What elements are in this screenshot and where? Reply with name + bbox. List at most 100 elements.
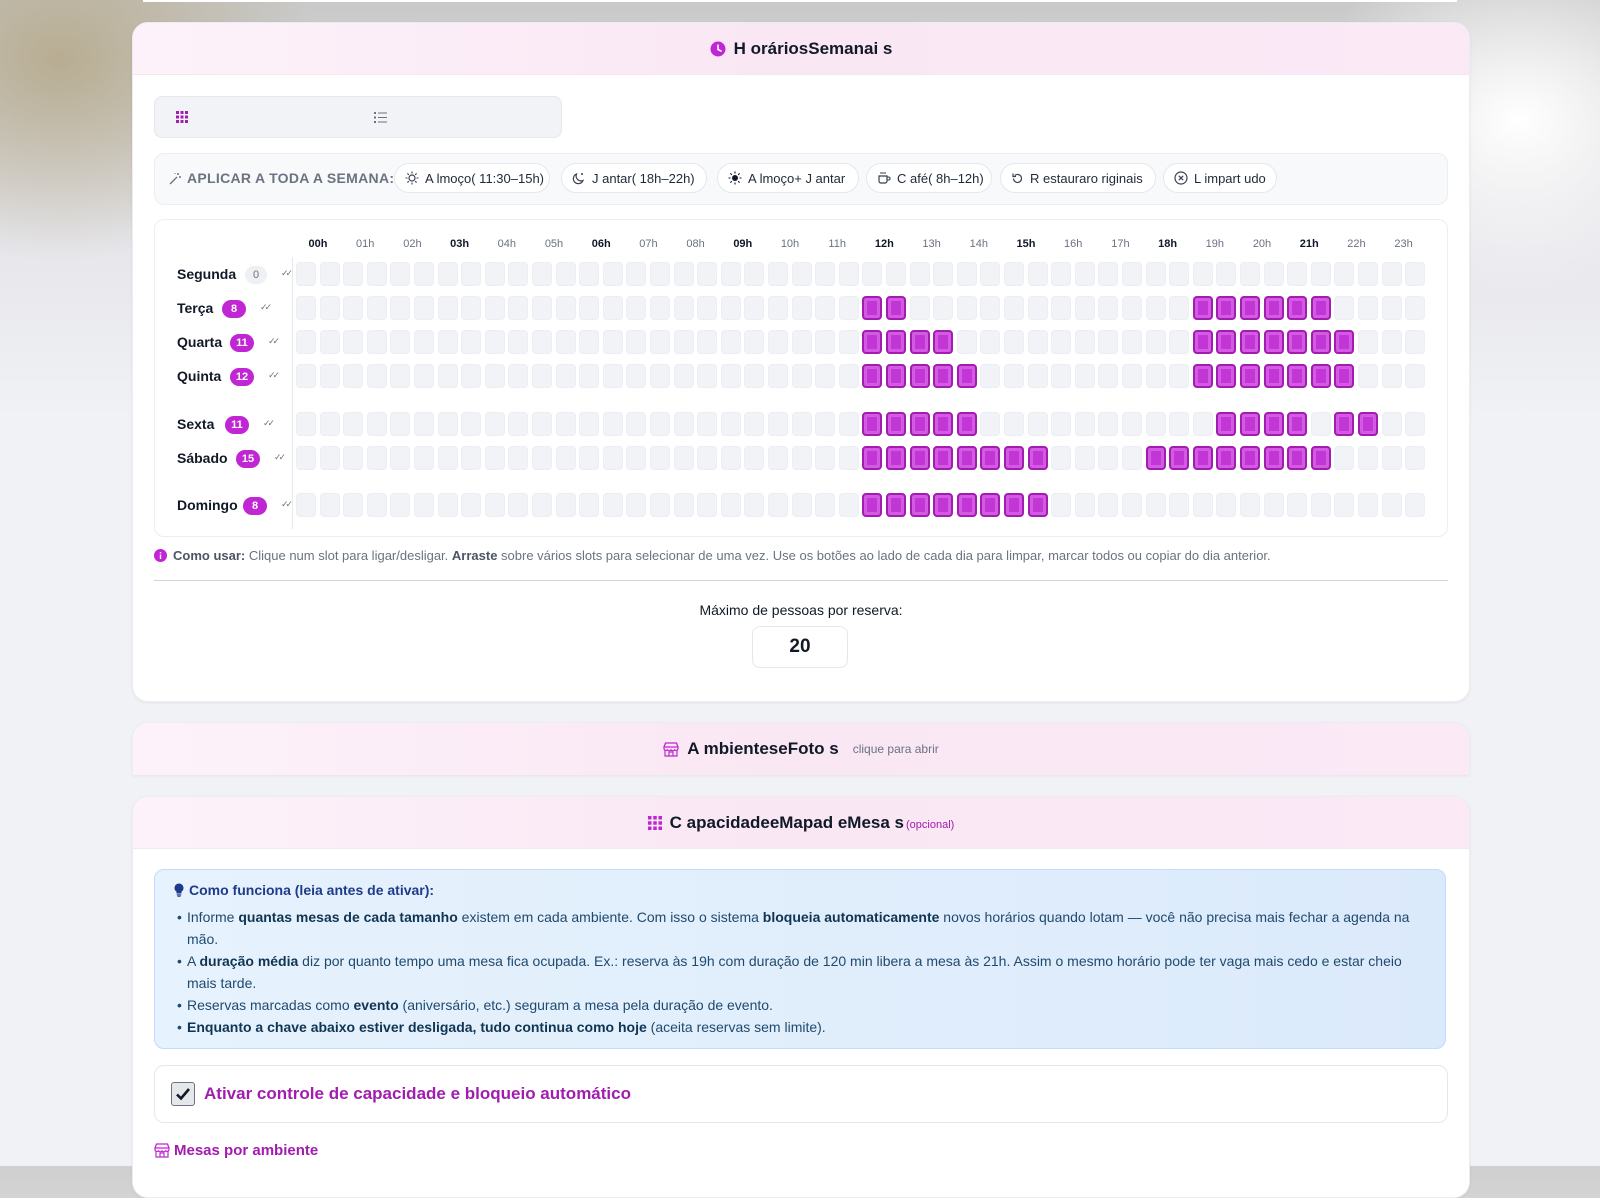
time-slot[interactable]	[579, 262, 600, 286]
check-all-icon[interactable]: ✓✓	[268, 370, 280, 381]
time-slot[interactable]	[650, 364, 670, 388]
time-slot[interactable]	[886, 364, 906, 388]
time-slot[interactable]	[555, 330, 576, 354]
time-slot[interactable]	[1358, 262, 1378, 286]
time-slot[interactable]	[1216, 364, 1237, 388]
time-slot[interactable]	[650, 296, 670, 320]
time-slot[interactable]	[437, 446, 458, 470]
time-slot[interactable]	[1169, 364, 1190, 388]
time-slot[interactable]	[768, 330, 788, 354]
time-slot[interactable]	[1381, 330, 1402, 354]
time-slot[interactable]	[508, 262, 529, 286]
time-slot[interactable]	[1216, 412, 1237, 436]
time-slot[interactable]	[508, 330, 529, 354]
time-slot[interactable]	[626, 330, 647, 354]
time-slot[interactable]	[1358, 493, 1378, 517]
time-slot[interactable]	[1145, 364, 1166, 388]
time-slot[interactable]	[815, 330, 836, 354]
time-slot[interactable]	[366, 446, 387, 470]
time-slot[interactable]	[933, 262, 954, 286]
time-slot[interactable]	[296, 296, 316, 320]
time-slot[interactable]	[414, 412, 434, 436]
time-slot[interactable]	[1310, 364, 1331, 388]
time-slot[interactable]	[1405, 446, 1426, 470]
time-slot[interactable]	[1004, 493, 1024, 517]
time-slot[interactable]	[1358, 364, 1378, 388]
time-slot[interactable]	[296, 262, 316, 286]
time-slot[interactable]	[1051, 262, 1072, 286]
time-slot[interactable]	[1074, 493, 1095, 517]
time-slot[interactable]	[1263, 493, 1284, 517]
time-slot[interactable]	[791, 364, 812, 388]
time-slot[interactable]	[1122, 330, 1142, 354]
time-slot[interactable]	[650, 330, 670, 354]
time-slot[interactable]	[650, 262, 670, 286]
time-slot[interactable]	[532, 446, 552, 470]
time-slot[interactable]	[1004, 446, 1024, 470]
time-slot[interactable]	[956, 446, 977, 470]
time-slot[interactable]	[390, 296, 411, 320]
ambientes-card[interactable]: A mbienteseFoto s clique para abrir	[132, 722, 1470, 775]
time-slot[interactable]	[1240, 446, 1260, 470]
time-slot[interactable]	[838, 446, 859, 470]
time-slot[interactable]	[815, 262, 836, 286]
check-all-icon[interactable]: ✓✓	[274, 452, 286, 463]
time-slot[interactable]	[602, 330, 623, 354]
time-slot[interactable]	[1381, 262, 1402, 286]
time-slot[interactable]	[319, 446, 340, 470]
time-slot[interactable]	[414, 296, 434, 320]
time-slot[interactable]	[1169, 330, 1190, 354]
time-slot[interactable]	[720, 330, 741, 354]
time-slot[interactable]	[1240, 262, 1260, 286]
time-slot[interactable]	[390, 262, 411, 286]
time-slot[interactable]	[1192, 296, 1213, 320]
time-slot[interactable]	[1074, 296, 1095, 320]
time-slot[interactable]	[744, 296, 765, 320]
time-slot[interactable]	[838, 412, 859, 436]
time-slot[interactable]	[1074, 330, 1095, 354]
time-slot[interactable]	[1381, 446, 1402, 470]
time-slot[interactable]	[461, 446, 482, 470]
time-slot[interactable]	[1216, 330, 1237, 354]
time-slot[interactable]	[414, 364, 434, 388]
time-slot[interactable]	[1074, 412, 1095, 436]
time-slot[interactable]	[1334, 412, 1355, 436]
time-slot[interactable]	[1051, 446, 1072, 470]
time-slot[interactable]	[1004, 412, 1024, 436]
time-slot[interactable]	[956, 364, 977, 388]
time-slot[interactable]	[1169, 412, 1190, 436]
time-slot[interactable]	[1240, 364, 1260, 388]
time-slot[interactable]	[532, 412, 552, 436]
check-all-icon[interactable]: ✓✓	[268, 336, 280, 347]
time-slot[interactable]	[838, 296, 859, 320]
time-slot[interactable]	[579, 493, 600, 517]
capacity-toggle-label[interactable]: Ativar controle de capacidade e bloqueio…	[204, 1084, 631, 1104]
time-slot[interactable]	[1098, 262, 1119, 286]
preset-almoco-jantar[interactable]: A lmoço+ J antar	[717, 163, 859, 193]
time-slot[interactable]	[768, 296, 788, 320]
time-slot[interactable]	[815, 364, 836, 388]
time-slot[interactable]	[720, 296, 741, 320]
time-slot[interactable]	[602, 262, 623, 286]
time-slot[interactable]	[744, 446, 765, 470]
time-slot[interactable]	[838, 364, 859, 388]
time-slot[interactable]	[673, 296, 694, 320]
time-slot[interactable]	[1098, 364, 1119, 388]
time-slot[interactable]	[838, 330, 859, 354]
time-slot[interactable]	[1381, 296, 1402, 320]
time-slot[interactable]	[862, 493, 883, 517]
time-slot[interactable]	[484, 412, 505, 436]
preset-cafe[interactable]: C afé( 8h–12h)	[866, 163, 992, 193]
time-slot[interactable]	[1098, 330, 1119, 354]
time-slot[interactable]	[1263, 364, 1284, 388]
max-people-input[interactable]: 20	[752, 626, 848, 668]
time-slot[interactable]	[461, 330, 482, 354]
time-slot[interactable]	[673, 493, 694, 517]
time-slot[interactable]	[1358, 412, 1378, 436]
time-slot[interactable]	[1074, 262, 1095, 286]
time-slot[interactable]	[626, 412, 647, 436]
time-slot[interactable]	[1145, 493, 1166, 517]
time-slot[interactable]	[319, 330, 340, 354]
time-slot[interactable]	[1169, 493, 1190, 517]
time-slot[interactable]	[602, 493, 623, 517]
